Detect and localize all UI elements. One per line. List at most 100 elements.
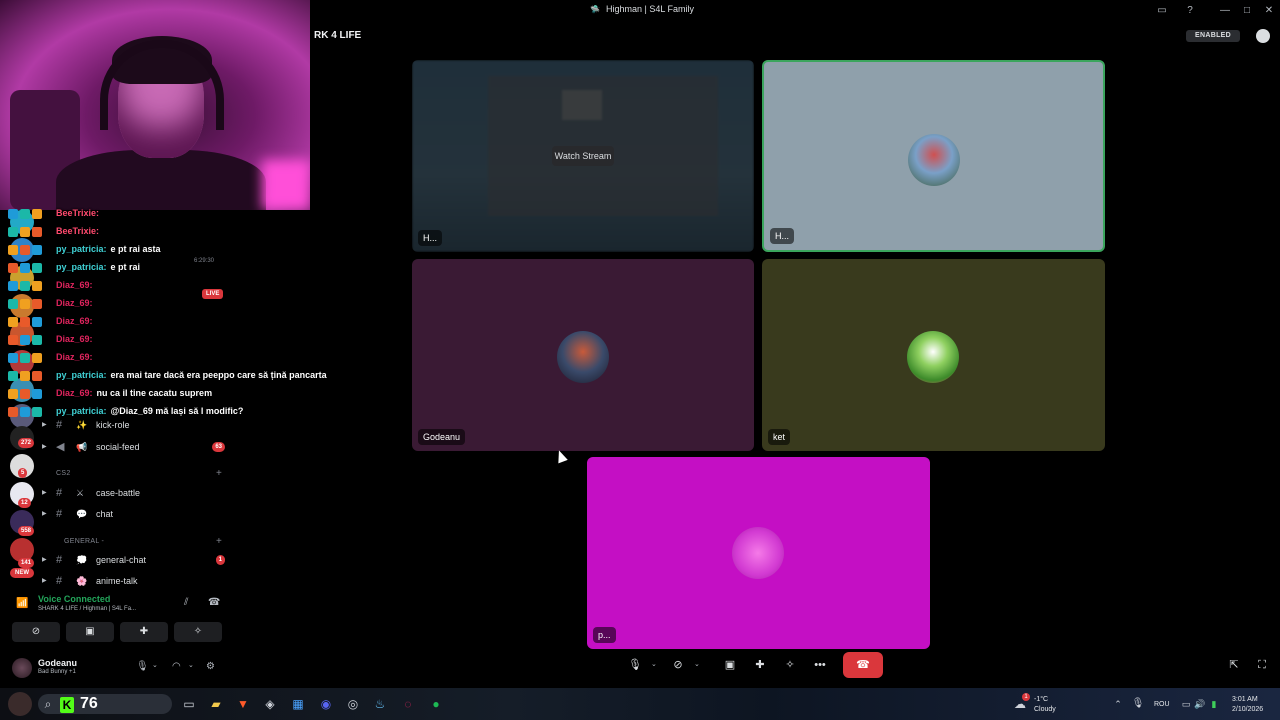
share-screen-button[interactable]: ▣ [66,622,114,642]
channel-label: case-battle [96,488,141,498]
store-icon[interactable]: ▦ [290,696,306,712]
activities-button[interactable]: ✚ [120,622,168,642]
tile-label: Godeanu [418,429,466,445]
steam-icon[interactable]: ♨ [372,696,388,712]
discord-icon[interactable]: ◉ [318,696,334,712]
popout-icon[interactable]: ⇱ [1226,654,1242,676]
microphone-icon[interactable]: 🎙 [1130,696,1146,712]
tile-label: p... [593,627,616,643]
add-channel-icon[interactable]: + [216,536,222,547]
screen-share-icon[interactable]: ▭ [1155,4,1169,18]
microphone-button[interactable]: 🎙 [628,654,642,676]
camera-off-button[interactable]: ⊘ [671,654,685,676]
start-avatar[interactable] [8,692,32,716]
participant-tile[interactable]: H... [762,60,1105,252]
chat-badges [8,294,54,312]
clock-time[interactable]: 3:01 AM [1232,696,1258,703]
share-screen-button[interactable]: ▣ [722,654,738,676]
app-icon[interactable]: ◌ [400,696,416,712]
brave-icon[interactable]: ▼ [235,696,251,712]
badge-icon [32,352,42,363]
minimize-icon[interactable]: — [1218,4,1232,18]
chat-text: @Diaz_69 mă lași să l modific? [110,406,244,416]
camera-off-button[interactable]: ⊘ [12,622,60,642]
chat-badges [8,348,54,366]
stream-tile[interactable]: Watch Stream H... [412,60,754,252]
participant-tile[interactable]: Godeanu [412,259,754,451]
chevron-down-icon[interactable]: ⌄ [188,661,194,669]
participant-tile[interactable]: p... [587,457,930,649]
spotify-icon[interactable]: ● [428,696,444,712]
hash-icon: # [56,419,63,431]
channel-anime-talk[interactable]: ▶ # 🌸 anime-talk [36,572,231,590]
chevron-up-icon[interactable]: ⌃ [1110,696,1126,712]
badge-icon [8,370,18,381]
category-general[interactable]: GENERAL - [64,538,104,545]
help-icon[interactable]: ? [1183,4,1197,18]
more-options-button[interactable]: ••• [812,654,828,676]
watch-stream-button[interactable]: Watch Stream [552,146,614,166]
avatar[interactable] [12,658,32,678]
clock-date[interactable]: 2/10/2026 [1232,706,1263,713]
badge-icon [8,262,18,273]
soundboard-button[interactable]: ✧ [174,622,222,642]
participant-tile[interactable]: ket [762,259,1105,451]
user-status: Bad Bunny +1 [38,669,76,675]
category-cs2[interactable]: CS2 [56,470,71,477]
user-name[interactable]: Godeanu [38,658,77,668]
chat-badges [8,276,54,294]
maximize-icon[interactable]: □ [1240,4,1254,18]
headphones-icon[interactable]: ◠ [172,661,181,672]
chat-badges [8,312,54,330]
taskbar-search[interactable] [38,694,172,714]
app-icon[interactable]: ◈ [262,696,278,712]
enabled-badge[interactable]: ENABLED [1186,30,1240,42]
chat-text: era mai tare dacă era peeppo care să țin… [110,370,327,380]
noise-suppression-icon[interactable]: ⫽ [184,597,188,608]
tile-label: ket [768,429,791,445]
chevron-down-icon[interactable]: ⌄ [694,654,700,676]
collapse-arrow-icon: ▶ [42,490,47,496]
file-explorer-icon[interactable]: ▰ [208,696,224,712]
chevron-down-icon[interactable]: ⌄ [651,654,657,676]
badge-icon [32,388,42,399]
disconnect-button[interactable]: ☎ [843,652,883,678]
kick-icon: K [60,697,74,713]
badge-icon [8,226,18,237]
channel-chat[interactable]: ▶ # 💬 chat [36,505,231,523]
chrome-icon[interactable]: ◎ [345,696,361,712]
badge-icon [32,226,42,237]
microphone-icon[interactable]: 🎙 [136,661,149,672]
channel-emoji: 🌸 [76,576,88,586]
chat-message: Diaz_69: [8,348,97,366]
tile-label: H... [770,228,795,244]
chat-bubble-icon[interactable] [1256,29,1270,43]
badge-icon [8,208,18,219]
battery-icon[interactable]: ▮ [1206,696,1222,712]
fullscreen-icon[interactable]: ⛶ [1254,654,1270,676]
language-indicator[interactable]: ROU [1154,701,1170,708]
badge-icon [8,280,18,291]
channel-kick-role[interactable]: ▶ # ✨ kick-role [36,416,231,434]
chat-message: Diaz_69: [8,312,97,330]
add-channel-icon[interactable]: + [216,468,222,479]
signal-icon[interactable]: 📶 [16,598,28,609]
chat-message: BeeTrixie: [8,222,103,240]
channel-social-feed[interactable]: ▶ ◀ 📢 social-feed 63 [36,438,231,456]
channel-general-chat[interactable]: ▶ # 💭 general-chat 1 [36,551,231,569]
channel-case-battle[interactable]: ▶ # ⚔ case-battle [36,484,231,502]
task-view-icon[interactable]: ▭ [181,696,197,712]
avatar [907,331,959,383]
score-display: 76 [80,695,98,712]
gear-icon[interactable]: ⚙ [206,661,215,672]
close-icon[interactable]: ✕ [1262,4,1276,18]
weather-desc: Cloudy [1034,706,1056,713]
channel-label: social-feed [96,442,140,452]
voice-status[interactable]: Voice Connected [38,594,110,604]
voice-channel-title: RK 4 LIFE [314,30,362,41]
disconnect-icon[interactable]: ☎ [208,597,220,608]
badge-icon [8,316,18,327]
activities-button[interactable]: ✚ [752,654,768,676]
chevron-down-icon[interactable]: ⌄ [152,661,158,669]
soundboard-button[interactable]: ✧ [782,654,798,676]
